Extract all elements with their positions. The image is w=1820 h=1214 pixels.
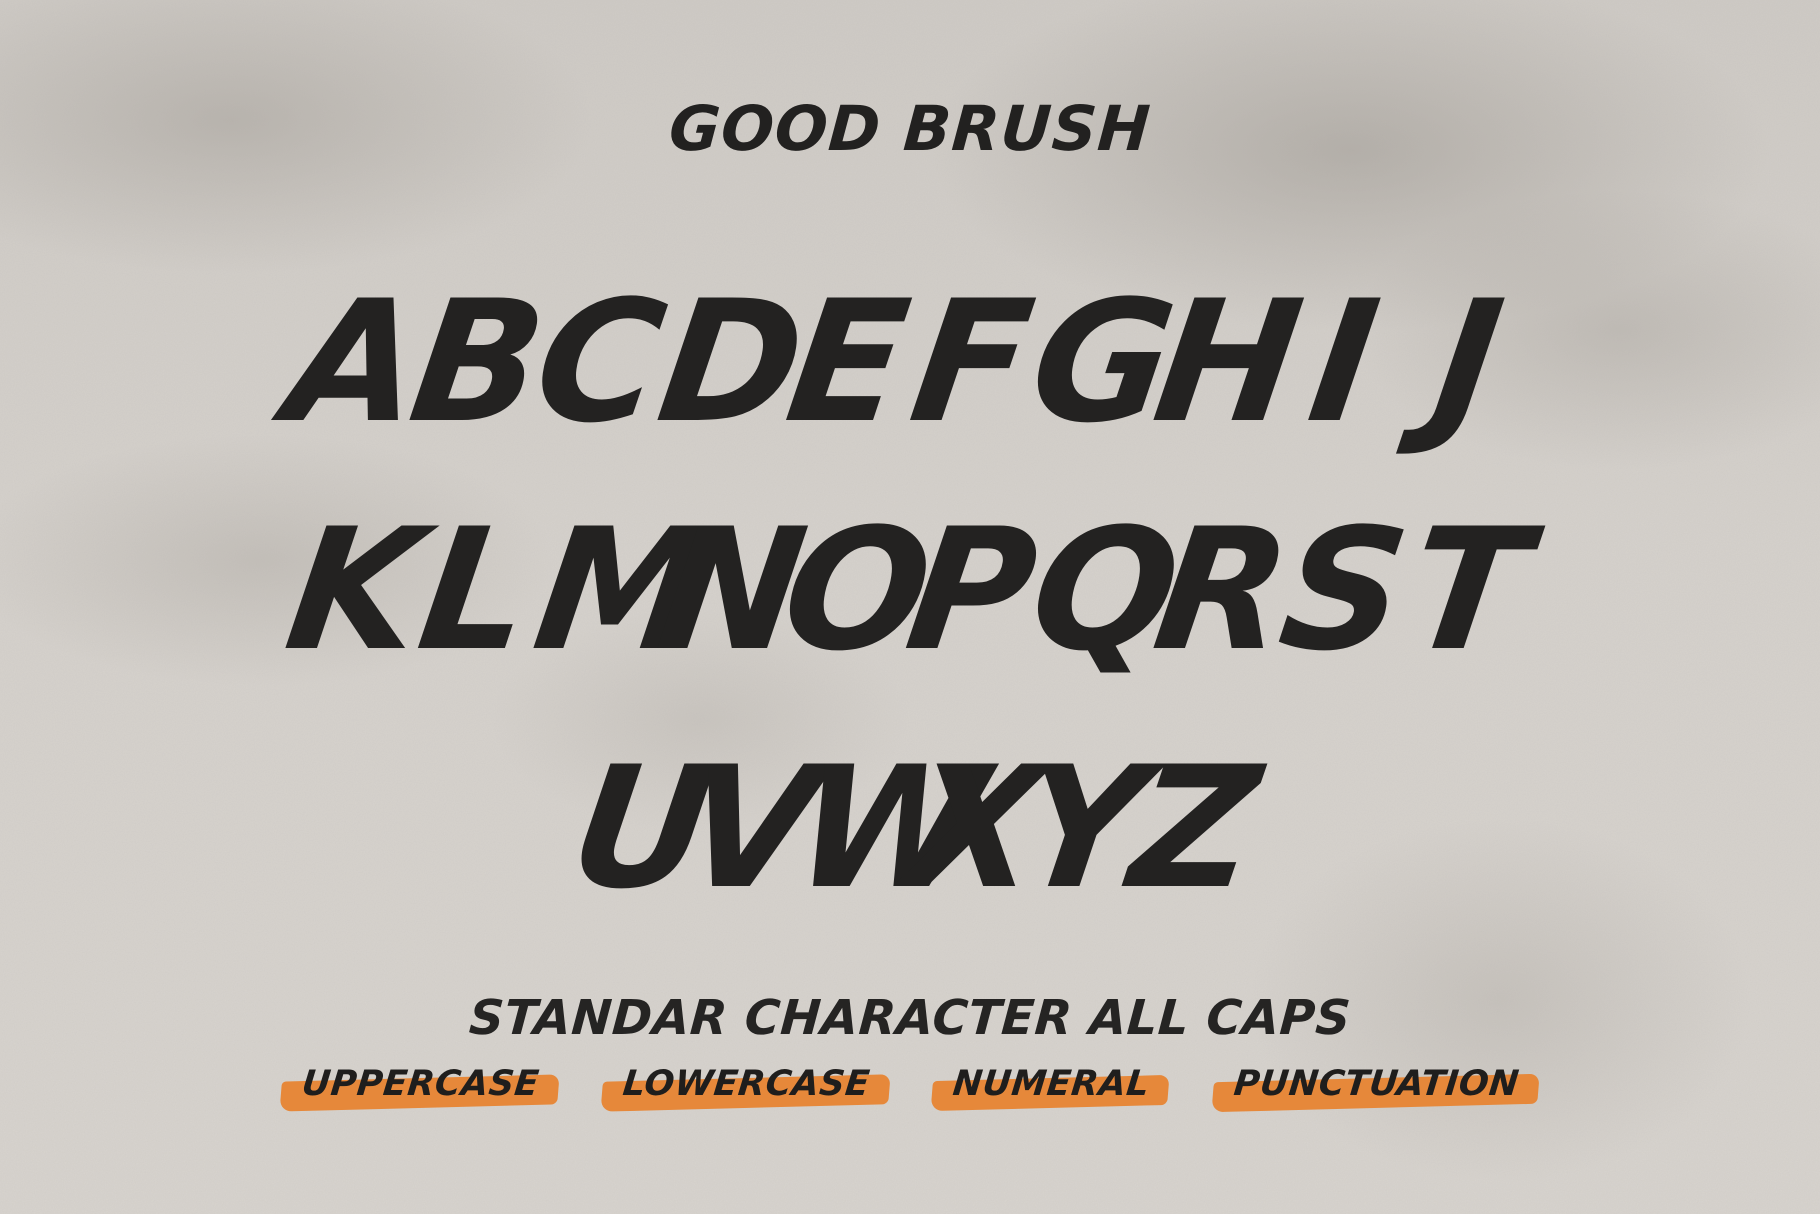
tag-punctuation: PUNCTUATION bbox=[1210, 1062, 1540, 1113]
feature-tags: UPPERCASE LOWERCASE NUMERAL PUNCTUATION bbox=[0, 1062, 1820, 1113]
tag-label: NUMERAL bbox=[951, 1064, 1152, 1104]
tag-numeral: NUMERAL bbox=[930, 1062, 1171, 1112]
tag-label: PUNCTUATION bbox=[1231, 1064, 1521, 1104]
tag-label: UPPERCASE bbox=[299, 1064, 541, 1104]
character-set-caption: STANDAR CHARACTER ALL CAPS bbox=[467, 990, 1353, 1046]
alphabet-row-1: A B C D E F G H I J bbox=[0, 264, 1820, 460]
glyph: Z bbox=[1120, 730, 1270, 926]
font-title: GOOD BRUSH bbox=[666, 92, 1154, 165]
glyph: T bbox=[1396, 492, 1540, 688]
tag-uppercase: UPPERCASE bbox=[279, 1062, 560, 1112]
tag-label: LOWERCASE bbox=[620, 1064, 872, 1104]
tag-lowercase: LOWERCASE bbox=[600, 1062, 890, 1112]
alphabet-row-2: K L M N O P Q R S T bbox=[0, 492, 1820, 688]
glyph: J bbox=[1422, 264, 1514, 460]
font-showcase-canvas: GOOD BRUSH A B C D E F G H I J K L M N O… bbox=[0, 0, 1820, 1214]
alphabet-row-3: U V W X Y Z bbox=[0, 730, 1820, 926]
